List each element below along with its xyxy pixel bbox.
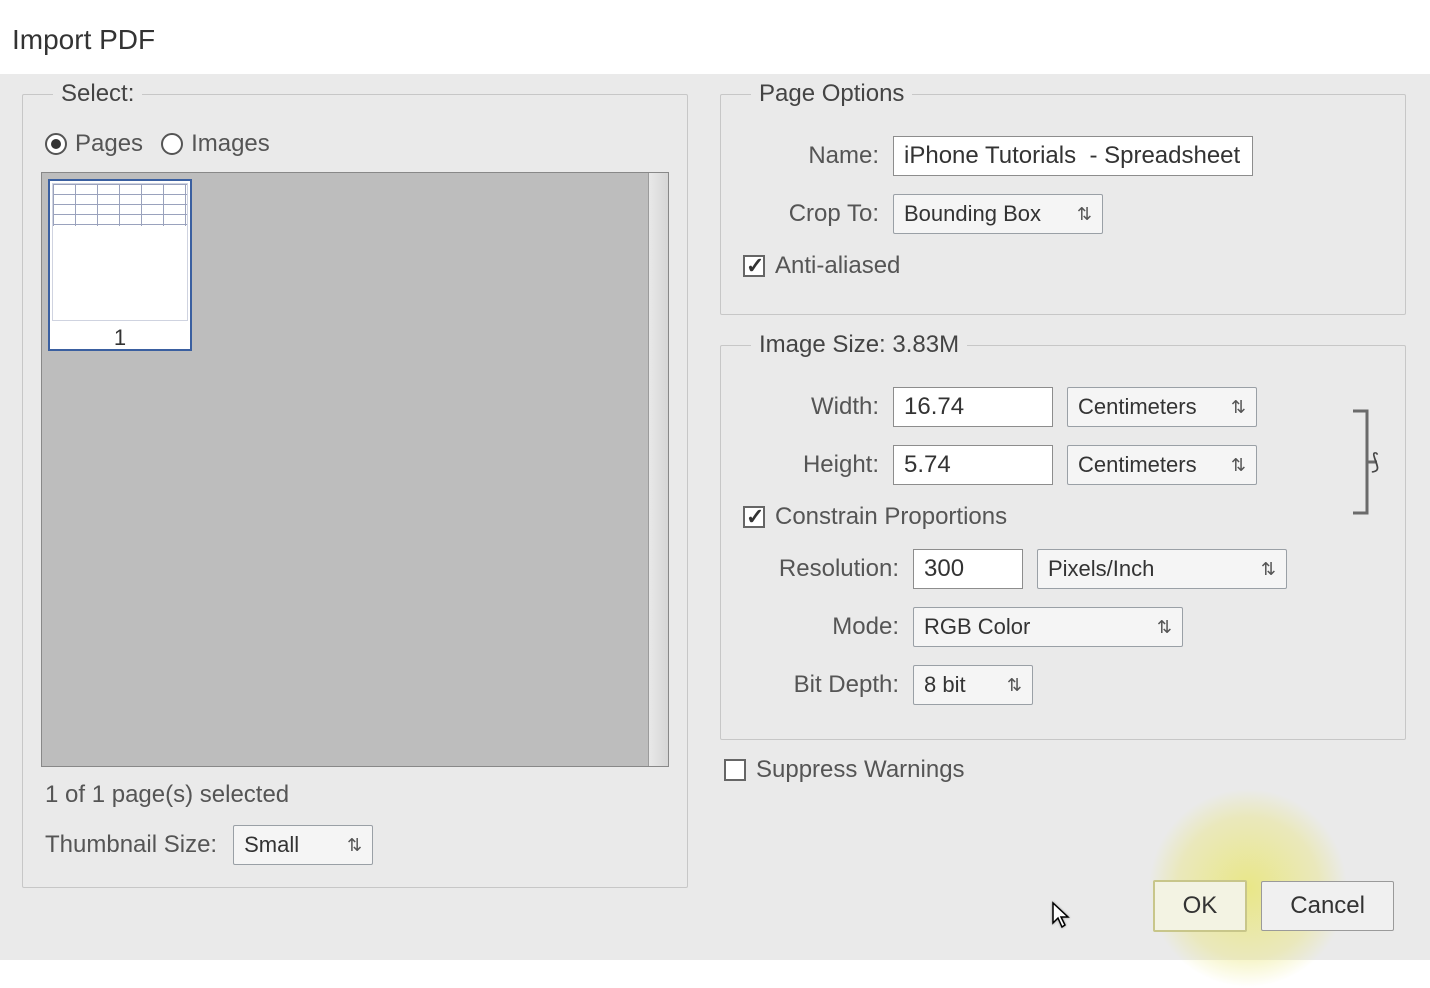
updown-icon: ⇅ bbox=[1077, 205, 1092, 223]
radio-pages[interactable]: Pages bbox=[45, 130, 143, 158]
thumbnail-preview bbox=[52, 183, 188, 321]
height-label: Height: bbox=[739, 451, 879, 479]
select-fieldset: Select: Pages Images 1 bbox=[22, 80, 688, 888]
thumbnail-page-1[interactable]: 1 bbox=[48, 179, 192, 351]
bitdepth-label: Bit Depth: bbox=[739, 671, 899, 699]
thumbnail-scrollbar[interactable] bbox=[648, 173, 668, 766]
thumbnail-size-row: Thumbnail Size: Small ⇅ bbox=[41, 819, 669, 871]
width-unit-dropdown[interactable]: Centimeters ⇅ bbox=[1067, 387, 1257, 427]
height-input[interactable] bbox=[893, 445, 1053, 485]
dialog-body: Select: Pages Images 1 bbox=[0, 74, 1430, 960]
updown-icon: ⇅ bbox=[1007, 676, 1022, 694]
height-row: Height: Centimeters ⇅ bbox=[739, 445, 1387, 485]
thumbnail-size-value: Small bbox=[244, 832, 299, 858]
bitdepth-row: Bit Depth: 8 bit ⇅ bbox=[739, 665, 1387, 705]
radio-images-label: Images bbox=[191, 130, 270, 158]
bitdepth-dropdown[interactable]: 8 bit ⇅ bbox=[913, 665, 1033, 705]
radio-dot-icon bbox=[45, 133, 67, 155]
select-legend: Select: bbox=[53, 80, 142, 108]
checkmark-icon bbox=[743, 506, 765, 528]
selection-status: 1 of 1 page(s) selected bbox=[41, 767, 669, 819]
name-row: Name: bbox=[739, 136, 1387, 176]
link-icon[interactable]: ⟆ bbox=[1349, 407, 1389, 517]
cancel-button[interactable]: Cancel bbox=[1261, 881, 1394, 931]
dialog-buttons: OK Cancel bbox=[1153, 880, 1394, 932]
mode-label: Mode: bbox=[739, 613, 899, 641]
resolution-input[interactable] bbox=[913, 549, 1023, 589]
checkbox-icon bbox=[724, 759, 746, 781]
ok-button-label: OK bbox=[1183, 892, 1218, 920]
resolution-unit-value: Pixels/Inch bbox=[1048, 556, 1154, 582]
constrain-label: Constrain Proportions bbox=[775, 503, 1007, 531]
dialog-title: Import PDF bbox=[0, 0, 1430, 74]
constrain-row: Constrain Proportions bbox=[743, 503, 1387, 531]
height-unit-value: Centimeters bbox=[1078, 452, 1197, 478]
page-options-fieldset: Page Options Name: Crop To: Bounding Box… bbox=[720, 80, 1406, 315]
antialiased-label: Anti-aliased bbox=[775, 252, 900, 280]
crop-value: Bounding Box bbox=[904, 201, 1041, 227]
resolution-unit-dropdown[interactable]: Pixels/Inch ⇅ bbox=[1037, 549, 1287, 589]
thumbnail-size-label: Thumbnail Size: bbox=[45, 831, 217, 859]
width-unit-value: Centimeters bbox=[1078, 394, 1197, 420]
updown-icon: ⇅ bbox=[347, 836, 362, 854]
ok-button[interactable]: OK bbox=[1153, 880, 1248, 932]
updown-icon: ⇅ bbox=[1261, 560, 1276, 578]
crop-row: Crop To: Bounding Box ⇅ bbox=[739, 194, 1387, 234]
page-options-legend: Page Options bbox=[751, 80, 912, 108]
crop-dropdown[interactable]: Bounding Box ⇅ bbox=[893, 194, 1103, 234]
select-radio-row: Pages Images bbox=[41, 126, 669, 172]
radio-pages-label: Pages bbox=[75, 130, 143, 158]
radio-dot-icon bbox=[161, 133, 183, 155]
image-size-legend: Image Size: 3.83M bbox=[751, 331, 967, 359]
crop-label: Crop To: bbox=[739, 200, 879, 228]
name-input[interactable] bbox=[893, 136, 1253, 176]
mode-dropdown[interactable]: RGB Color ⇅ bbox=[913, 607, 1183, 647]
suppress-checkbox[interactable]: Suppress Warnings bbox=[724, 756, 965, 784]
bitdepth-value: 8 bit bbox=[924, 672, 966, 698]
updown-icon: ⇅ bbox=[1157, 618, 1172, 636]
svg-text:⟆: ⟆ bbox=[1371, 449, 1380, 474]
constrain-checkbox[interactable]: Constrain Proportions bbox=[743, 503, 1007, 531]
name-label: Name: bbox=[739, 142, 879, 170]
image-size-fieldset: Image Size: 3.83M Width: Centimeters ⇅ H… bbox=[720, 331, 1406, 740]
resolution-row: Resolution: Pixels/Inch ⇅ bbox=[739, 549, 1387, 589]
resolution-label: Resolution: bbox=[739, 555, 899, 583]
suppress-label: Suppress Warnings bbox=[756, 756, 965, 784]
radio-images[interactable]: Images bbox=[161, 130, 270, 158]
antialiased-checkbox[interactable]: Anti-aliased bbox=[743, 252, 900, 280]
updown-icon: ⇅ bbox=[1231, 398, 1246, 416]
checkmark-icon bbox=[743, 255, 765, 277]
cancel-button-label: Cancel bbox=[1290, 892, 1365, 920]
thumbnail-area: 1 bbox=[41, 172, 669, 767]
suppress-row: Suppress Warnings bbox=[724, 756, 1406, 784]
height-unit-dropdown[interactable]: Centimeters ⇅ bbox=[1067, 445, 1257, 485]
width-label: Width: bbox=[739, 393, 879, 421]
thumbnail-size-dropdown[interactable]: Small ⇅ bbox=[233, 825, 373, 865]
cursor-icon bbox=[1051, 901, 1071, 936]
updown-icon: ⇅ bbox=[1231, 456, 1246, 474]
width-input[interactable] bbox=[893, 387, 1053, 427]
thumbnail-number: 1 bbox=[114, 325, 126, 351]
width-row: Width: Centimeters ⇅ bbox=[739, 387, 1387, 427]
mode-value: RGB Color bbox=[924, 614, 1030, 640]
mode-row: Mode: RGB Color ⇅ bbox=[739, 607, 1387, 647]
antialiased-row: Anti-aliased bbox=[743, 252, 1387, 280]
